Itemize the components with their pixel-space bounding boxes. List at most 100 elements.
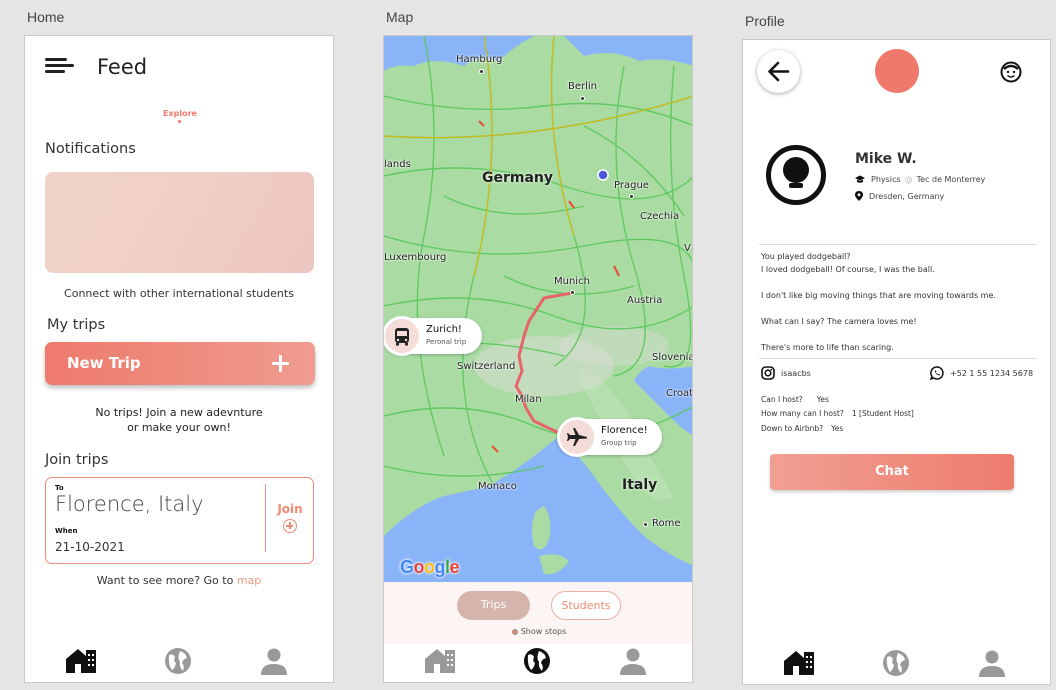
instagram-text: isaacbs [781,369,811,378]
plus-circle-icon [283,519,297,533]
map-controls: Trips Students Show stops [384,582,692,644]
no-trips-line-2: or make your own! [127,421,231,434]
whatsapp-icon [929,366,944,381]
map-link[interactable]: map [237,574,261,587]
qa-question: Down to Airbnb? [761,424,824,433]
map-label-rome: Rome [652,518,681,529]
menu-icon[interactable] [45,58,77,74]
qa-row: Can I host? Yes [761,395,829,404]
artboard-title-home: Home [27,9,65,25]
notifications-card[interactable] [45,172,314,273]
google-logo-letter: e [449,557,460,577]
map-label-berlin: Berlin [568,81,598,92]
bio-line: There's more to life than scaring. [761,343,894,352]
tab-students[interactable]: Students [551,591,621,620]
artboard-title-profile: Profile [745,13,785,29]
bottom-nav [743,644,1050,684]
map-pin [570,290,575,295]
stop-subtitle: Group trip [601,439,637,447]
explore-tab[interactable]: Explore [163,109,197,118]
nav-home-icon[interactable] [783,648,817,678]
explore-indicator [178,120,181,123]
plus-icon [272,355,289,372]
smiley-face-icon[interactable] [1000,61,1022,83]
bio-line: I loved dodgeball! Of course, I was the … [761,265,935,274]
google-logo-letter: G [400,557,414,577]
location-pin-icon [855,191,863,201]
profile-location: Dresden, Germany [855,191,944,201]
trip-date: 21-10-2021 [55,540,125,554]
new-trip-button[interactable]: New Trip [45,342,315,385]
map-label-italy: Italy [622,477,658,493]
nav-profile-icon[interactable] [259,646,293,676]
instagram-handle[interactable]: isaacbs [761,366,811,380]
map-label-germany: Germany [482,170,554,186]
map-label-switzerland: Switzerland [457,361,516,372]
map-label-croat: Croat [666,388,693,399]
no-trips-message: No trips! Join a new adevnture or make y… [25,405,333,435]
profile-education: Physics @ Tec de Monterrey [855,175,985,184]
no-trips-line-1: No trips! Join a new adevnture [95,406,263,419]
google-logo-letter: g [434,557,446,577]
stop-title: Zurich! [426,324,462,335]
qa-question: How many can I host? [761,409,844,418]
graduation-cap-icon [855,175,865,183]
notifications-caption: Connect with other international student… [64,287,294,300]
new-trip-label: New Trip [67,354,141,372]
qa-answer: Yes [831,424,844,433]
join-button[interactable]: Join [272,502,308,533]
qa-row: How many can I host? 1 [Student Host] [761,409,914,418]
nav-home-icon[interactable] [424,646,458,676]
stop-card-florence[interactable]: Florence! Group trip [557,417,662,457]
map-pin [643,522,648,527]
stop-title: Florence! [601,425,648,436]
map-label-austria: Austria [627,295,663,306]
back-button[interactable] [757,50,800,93]
google-logo: Google [400,557,460,578]
show-stops-label: Show stops [520,627,567,636]
map-terrain [384,36,692,582]
nav-home-icon[interactable] [65,646,99,676]
page-title: Feed [97,55,148,79]
artboard-title-map: Map [386,9,414,25]
map-pin [629,194,634,199]
at-sign: @ [904,175,913,184]
my-trips-heading: My trips [47,317,106,333]
show-stops-toggle[interactable]: Show stops [384,627,692,636]
whatsapp-text: +52 1 55 1234 5678 [950,369,1034,378]
profile-school: Tec de Monterrey [916,175,986,184]
when-label: When [55,527,78,535]
join-trips-heading: Join trips [45,452,109,468]
map-pin [479,69,484,74]
map-label-edge: V [684,243,691,254]
stop-card-zurich[interactable]: Zurich! Peronal trip [384,316,482,356]
map-view[interactable]: Germany Italy Hamburg Berlin lands Pragu… [384,36,693,582]
home-screen: Feed Explore Notifications Connect with … [24,35,334,683]
map-label-monaco: Monaco [478,481,517,492]
qa-answer: 1 [Student Host] [851,409,914,418]
chat-button[interactable]: Chat [770,454,1014,490]
profile-name: Mike W. [855,151,917,167]
map-label-hamburg: Hamburg [456,54,503,65]
instagram-icon [761,366,775,380]
avatar[interactable] [875,49,919,93]
qa-answer: Yes [816,395,829,404]
nav-globe-icon[interactable] [163,646,197,676]
show-stops-dot-icon [511,629,518,635]
map-label-lands: lands [384,159,411,170]
join-label: Join [277,502,303,516]
profile-location-text: Dresden, Germany [869,192,945,201]
google-logo-letter: o [413,557,425,577]
destination-text: Florence, Italy [55,492,204,516]
nav-profile-icon[interactable] [618,646,652,676]
map-label-prague: Prague [614,180,649,191]
nav-globe-icon[interactable] [522,646,556,676]
nav-profile-icon[interactable] [977,648,1011,678]
map-label-czechia: Czechia [640,211,680,222]
tab-trips[interactable]: Trips [457,591,530,620]
see-more-prefix: Want to see more? Go to [96,574,237,587]
bio-line: I don't like big moving things that are … [761,291,996,300]
map-label-slovenia: Slovenia [652,352,693,363]
whatsapp-number[interactable]: +52 1 55 1234 5678 [929,366,1034,381]
nav-globe-icon[interactable] [881,648,915,678]
